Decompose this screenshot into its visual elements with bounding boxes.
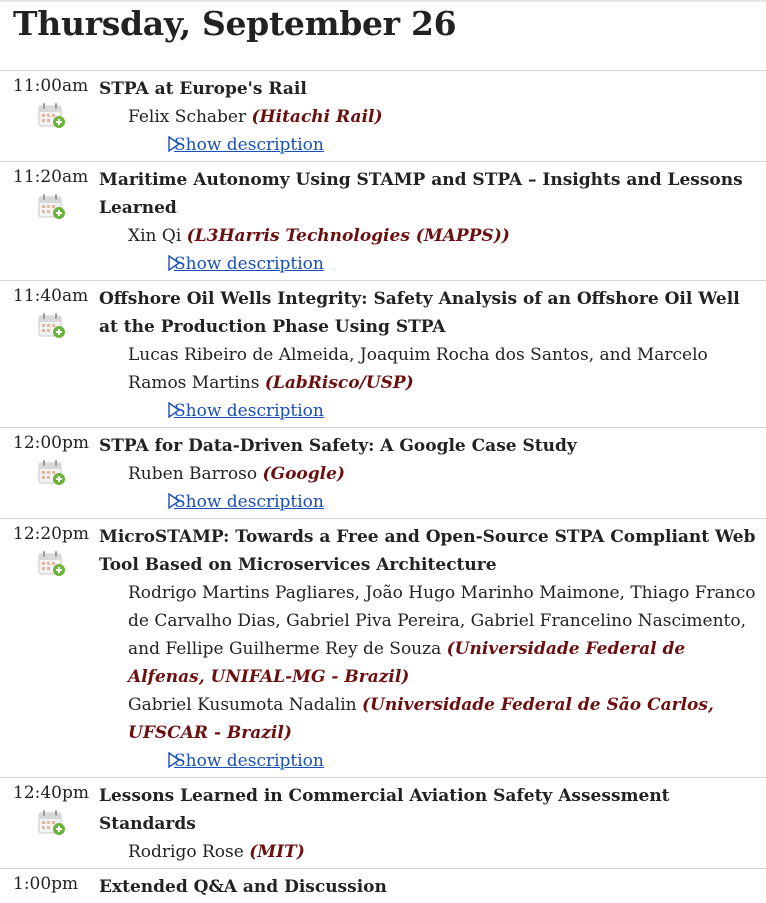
- session-content: STPA for Data-Driven Safety: A Google Ca…: [99, 432, 762, 516]
- expand-triangle-icon: [157, 752, 181, 768]
- speaker-line: Xin Qi (L3Harris Technologies (MAPPS)): [99, 222, 762, 250]
- show-description: Show description: [99, 747, 762, 775]
- speaker-names: Rodrigo Rose: [128, 842, 250, 862]
- speaker-line: Lucas Ribeiro de Almeida, Joaquim Rocha …: [99, 341, 762, 397]
- session-row: 12:20pm MicroSTAMP: Towards a Free and Op…: [0, 518, 766, 777]
- top-divider: [0, 0, 766, 2]
- speaker-affiliation: (L3Harris Technologies (MAPPS)): [186, 226, 510, 246]
- speaker-line: Rodrigo Martins Pagliares, João Hugo Mar…: [99, 579, 762, 691]
- session-row: 11:20am Maritime Autonomy Using STAMP and…: [0, 161, 766, 280]
- session-time: 12:20pm: [13, 524, 89, 544]
- session-row: 11:40am Offshore Oil Wells Integrity: Saf…: [0, 280, 766, 427]
- speaker-line: Ruben Barroso (Google): [99, 460, 762, 488]
- show-description-label: Show description: [174, 254, 324, 274]
- session-title: Lessons Learned in Commercial Aviation S…: [99, 786, 670, 834]
- show-description: Show description: [99, 397, 762, 425]
- show-description-link[interactable]: Show description: [157, 492, 324, 512]
- add-to-calendar-icon[interactable]: [38, 458, 66, 486]
- show-description-label: Show description: [174, 492, 324, 512]
- speaker-line: Rodrigo Rose (MIT): [99, 838, 762, 866]
- session-title: Extended Q&A and Discussion: [99, 877, 387, 897]
- session-row: 1:00pm Extended Q&A and Discussion: [0, 868, 766, 903]
- expand-triangle-icon: [157, 493, 181, 509]
- show-description-link[interactable]: Show description: [157, 751, 324, 771]
- session-time: 11:00am: [13, 76, 89, 96]
- session-title: STPA at Europe's Rail: [99, 79, 307, 99]
- expand-triangle-icon: [157, 255, 181, 271]
- session-title: Maritime Autonomy Using STAMP and STPA –…: [99, 170, 743, 218]
- show-description-label: Show description: [174, 135, 324, 155]
- session-time: 11:20am: [13, 167, 89, 187]
- session-content: Lessons Learned in Commercial Aviation S…: [99, 782, 762, 866]
- speaker-line: Gabriel Kusumota Nadalin (Universidade F…: [99, 691, 762, 747]
- session-content: Extended Q&A and Discussion: [99, 873, 762, 901]
- expand-triangle-icon: [157, 402, 181, 418]
- show-description: Show description: [99, 488, 762, 516]
- session-title: MicroSTAMP: Towards a Free and Open-Sour…: [99, 527, 756, 575]
- session-time: 1:00pm: [13, 874, 79, 894]
- speaker-affiliation: (MIT): [249, 842, 305, 862]
- expand-triangle-icon: [157, 136, 181, 152]
- session-row: 12:00pm STPA for Data-Driven Safety: A Go…: [0, 427, 766, 518]
- session-title: STPA for Data-Driven Safety: A Google Ca…: [99, 436, 577, 456]
- add-to-calendar-icon[interactable]: [38, 192, 66, 220]
- page-title: Thursday, September 26: [13, 4, 457, 43]
- show-description-label: Show description: [174, 401, 324, 421]
- session-title: Offshore Oil Wells Integrity: Safety Ana…: [99, 289, 740, 337]
- show-description: Show description: [99, 250, 762, 278]
- session-content: Offshore Oil Wells Integrity: Safety Ana…: [99, 285, 762, 425]
- speaker-names: Lucas Ribeiro de Almeida, Joaquim Rocha …: [128, 345, 708, 393]
- session-time: 11:40am: [13, 286, 89, 306]
- session-row: 12:40pm Lessons Learned in Commercial Avi…: [0, 777, 766, 868]
- add-to-calendar-icon[interactable]: [38, 549, 66, 577]
- speaker-line: Felix Schaber (Hitachi Rail): [99, 103, 762, 131]
- show-description-link[interactable]: Show description: [157, 254, 324, 274]
- add-to-calendar-icon[interactable]: [38, 808, 66, 836]
- speaker-affiliation: (Hitachi Rail): [251, 107, 383, 127]
- show-description: Show description: [99, 131, 762, 159]
- speaker-names: Gabriel Kusumota Nadalin: [128, 695, 362, 715]
- session-list: 11:00am STPA at Europe's Rail Felix Schabe…: [0, 70, 766, 903]
- add-to-calendar-icon[interactable]: [38, 311, 66, 339]
- session-content: STPA at Europe's Rail Felix Schaber (Hita…: [99, 75, 762, 159]
- show-description-label: Show description: [174, 751, 324, 771]
- session-row: 11:00am STPA at Europe's Rail Felix Schabe…: [0, 70, 766, 161]
- speaker-names: Xin Qi: [128, 226, 187, 246]
- speaker-names: Ruben Barroso: [128, 464, 263, 484]
- session-content: MicroSTAMP: Towards a Free and Open-Sour…: [99, 523, 762, 775]
- show-description-link[interactable]: Show description: [157, 135, 324, 155]
- speaker-affiliation: (Google): [262, 464, 345, 484]
- session-content: Maritime Autonomy Using STAMP and STPA –…: [99, 166, 762, 278]
- speaker-affiliation: (LabRisco/USP): [264, 373, 414, 393]
- show-description-link[interactable]: Show description: [157, 401, 324, 421]
- session-time: 12:00pm: [13, 433, 89, 453]
- session-time: 12:40pm: [13, 783, 89, 803]
- speaker-names: Felix Schaber: [128, 107, 252, 127]
- add-to-calendar-icon[interactable]: [38, 101, 66, 129]
